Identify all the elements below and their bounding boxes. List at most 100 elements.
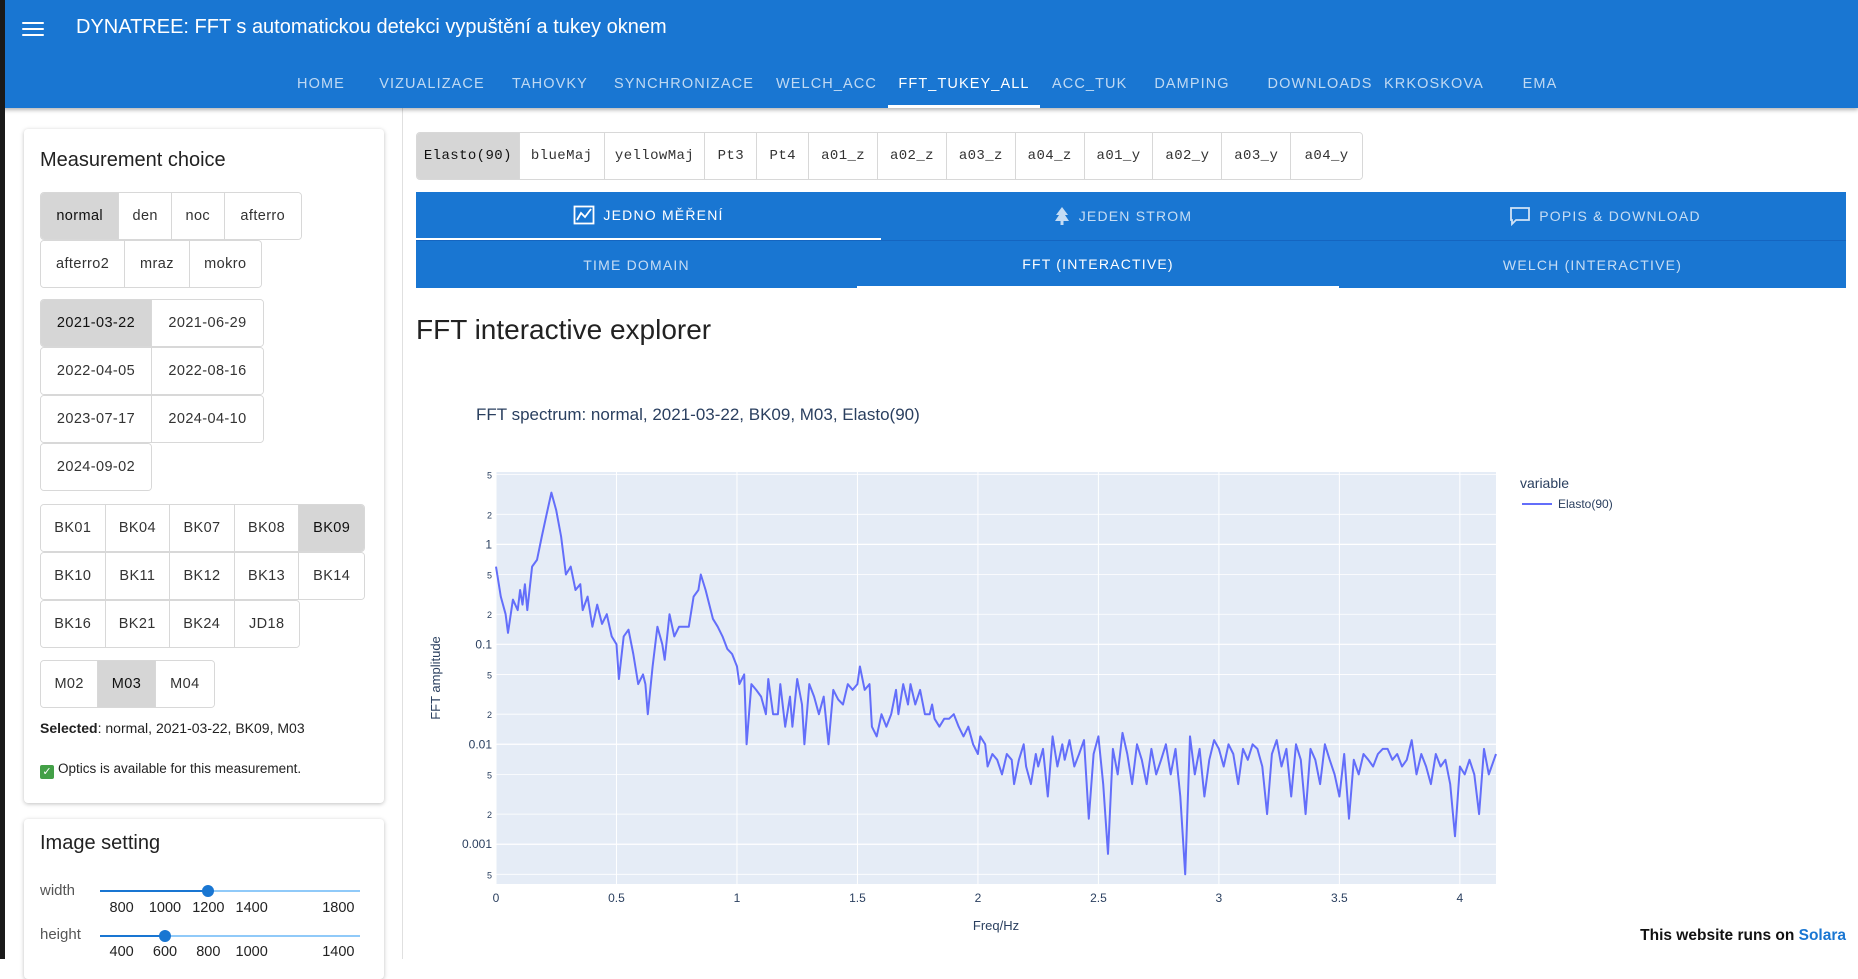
tab-fft-interactive[interactable]: FFT (INTERACTIVE) [857, 241, 1339, 288]
date-2021-06-29[interactable]: 2021-06-29 [152, 300, 263, 346]
slider-tick-label: 1000 [148, 900, 182, 916]
tree-jd18[interactable]: JD18 [234, 601, 299, 647]
probe-yellowmaj[interactable]: yellowMaj [604, 133, 706, 179]
tree-bk01[interactable]: BK01 [41, 505, 106, 551]
x-tick-label: 1.5 [849, 891, 866, 905]
tree-bk09[interactable]: BK09 [299, 505, 364, 551]
nav-tab-welch-acc[interactable]: WELCH_ACC [776, 64, 876, 108]
check-icon: ✓ [40, 765, 54, 779]
tab-jedno-mereni-label: JEDNO MĚŘENÍ [603, 207, 724, 223]
tree-bk07[interactable]: BK07 [170, 505, 235, 551]
measurement-m03[interactable]: M03 [98, 661, 156, 707]
nav-tab-acc-tuk[interactable]: ACC_TUK [1052, 64, 1126, 108]
nav-tab-downloads[interactable]: DOWNLOADS [1256, 64, 1384, 108]
slider-tick-label: 1400 [322, 944, 355, 960]
probe-elasto90[interactable]: Elasto(90) [417, 133, 520, 179]
measurement-m02[interactable]: M02 [41, 661, 99, 707]
x-tick-label: 3 [1216, 891, 1223, 905]
day-type-mokro[interactable]: mokro [189, 241, 261, 287]
tree-bk10[interactable]: BK10 [41, 553, 106, 599]
tab-jedno-mereni[interactable]: JEDNO MĚŘENÍ [416, 192, 881, 240]
date-2024-04-10[interactable]: 2024-04-10 [152, 396, 263, 442]
y-tick-label: 2 [487, 610, 492, 620]
fft-chart[interactable]: 0 0.5 1 1.5 2 2.5 3 3.5 4 5 2 1 5 2 0.1 5 2 0.01 5 2 0.001 5 F… [416, 440, 1616, 950]
probe-a02-y[interactable]: a02_y [1153, 133, 1223, 179]
day-type-afterro2[interactable]: afterro2 [41, 241, 126, 287]
day-type-group-2: afterro2 mraz mokro [40, 240, 262, 288]
tree-bk12[interactable]: BK12 [170, 553, 235, 599]
day-type-mraz[interactable]: mraz [125, 241, 190, 287]
nav-tab-ema[interactable]: EMA [1510, 64, 1570, 108]
probe-a01-z[interactable]: a01_z [809, 133, 879, 179]
date-2024-09-02[interactable]: 2024-09-02 [41, 444, 151, 490]
tree-bk24[interactable]: BK24 [170, 601, 235, 647]
date-group: 2021-03-22 2021-06-29 [40, 299, 264, 347]
y-tick-label: 0.001 [462, 837, 492, 851]
selected-label: Selected [40, 720, 98, 736]
probe-a03-y[interactable]: a03_y [1222, 133, 1292, 179]
chart-line-icon [574, 205, 595, 225]
legend-item-label: Elasto(90) [1558, 497, 1613, 511]
slider-tick-label: 1200 [192, 900, 225, 916]
tree-bk11[interactable]: BK11 [105, 553, 171, 599]
tree-group: BK01 BK04 BK07 BK08 BK09 [40, 504, 365, 552]
y-tick-label: 2 [487, 510, 492, 520]
tree-bk16[interactable]: BK16 [41, 601, 106, 647]
date-2023-07-17[interactable]: 2023-07-17 [41, 396, 152, 442]
width-slider[interactable] [100, 885, 360, 897]
probe-pt3[interactable]: Pt3 [705, 133, 758, 179]
day-type-normal[interactable]: normal [41, 193, 120, 239]
day-type-noc[interactable]: noc [171, 193, 225, 239]
menu-icon[interactable] [22, 19, 44, 37]
x-tick-label: 2 [975, 891, 982, 905]
solara-link[interactable]: Solara [1799, 927, 1846, 944]
tree-bk08[interactable]: BK08 [234, 505, 300, 551]
y-tick-label: 5 [487, 670, 492, 680]
date-2022-04-05[interactable]: 2022-04-05 [41, 348, 152, 394]
tree-bk04[interactable]: BK04 [105, 505, 171, 551]
date-2022-08-16[interactable]: 2022-08-16 [152, 348, 263, 394]
nav-tab-damping[interactable]: DAMPING [1152, 64, 1232, 108]
probe-a04-z[interactable]: a04_z [1015, 133, 1085, 179]
nav-tab-tahovky[interactable]: TAHOVKY [512, 64, 588, 108]
tab-welch-interactive[interactable]: WELCH (INTERACTIVE) [1339, 241, 1846, 288]
date-2021-03-22[interactable]: 2021-03-22 [41, 300, 152, 346]
probe-a03-z[interactable]: a03_z [946, 133, 1016, 179]
height-slider[interactable] [100, 930, 360, 942]
tab-jeden-strom-label: JEDEN STROM [1078, 208, 1193, 224]
nav-tab-synchronizace[interactable]: SYNCHRONIZACE [614, 64, 753, 108]
day-type-group: normal den noc afterro [40, 192, 302, 240]
tab-popis-download-label: POPIS & DOWNLOAD [1539, 208, 1701, 224]
app-bar: DYNATREE: FFT s automatickou detekci vyp… [0, 0, 1858, 108]
selected-value: : normal, 2021-03-22, BK09, M03 [97, 720, 305, 736]
slider-tick-label: 800 [196, 944, 221, 960]
tab-time-domain[interactable]: TIME DOMAIN [416, 241, 857, 288]
probe-bluemaj[interactable]: blueMaj [519, 133, 605, 179]
slider-tick-label: 400 [109, 944, 134, 960]
tree-group-3: BK16 BK21 BK24 JD18 [40, 600, 300, 648]
comment-icon [1510, 207, 1531, 226]
tab-jeden-strom[interactable]: JEDEN STROM [881, 192, 1364, 240]
optics-note: ✓ Optics is available for this measuremen… [40, 761, 301, 779]
tab-popis-download[interactable]: POPIS & DOWNLOAD [1364, 192, 1846, 240]
day-type-den[interactable]: den [119, 193, 172, 239]
probe-pt4[interactable]: Pt4 [757, 133, 810, 179]
nav-tab-home[interactable]: HOME [296, 64, 346, 108]
slider-tick-label: 600 [152, 944, 178, 960]
height-label: height [40, 926, 81, 943]
day-type-afterro[interactable]: afterro [224, 193, 301, 239]
nav-tab-krkoskova[interactable]: KRKOSKOVA [1384, 64, 1483, 108]
x-axis-title: Freq/Hz [973, 918, 1019, 933]
tree-bk14[interactable]: BK14 [299, 553, 364, 599]
probe-a04-y[interactable]: a04_y [1291, 133, 1362, 179]
tree-bk21[interactable]: BK21 [105, 601, 170, 647]
measurement-m04[interactable]: M04 [155, 661, 214, 707]
x-tick-label: 0.5 [608, 891, 625, 905]
probe-a01-y[interactable]: a01_y [1084, 133, 1154, 179]
x-tick-label: 1 [734, 891, 741, 905]
nav-tab-fft-tukey-all[interactable]: FFT_TUKEY_ALL [888, 64, 1040, 108]
probe-a02-z[interactable]: a02_z [878, 133, 947, 179]
tree-bk13[interactable]: BK13 [234, 553, 300, 599]
height-slider-thumb[interactable] [159, 930, 171, 942]
nav-tab-vizualizace[interactable]: VIZUALIZACE [378, 64, 486, 108]
